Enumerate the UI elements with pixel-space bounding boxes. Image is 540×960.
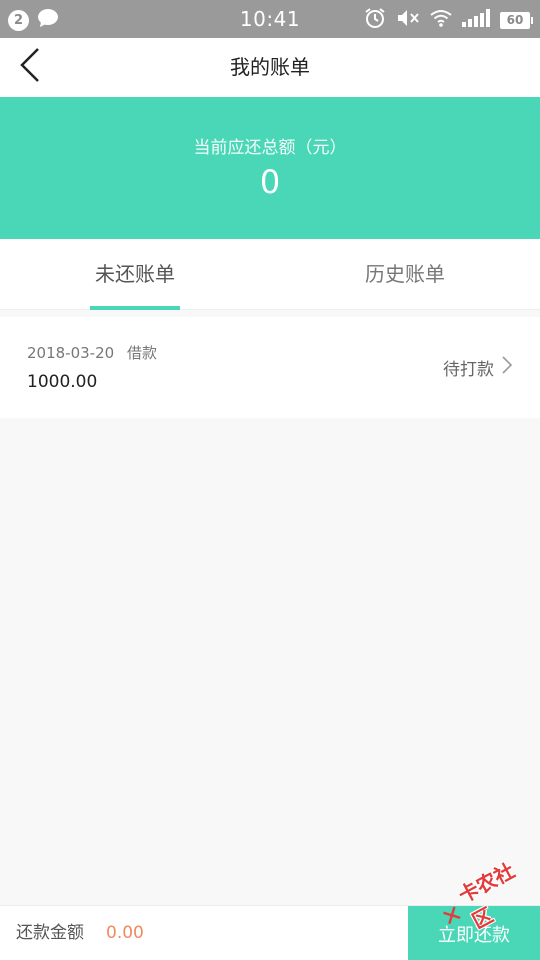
tab-bar: 未还账单 历史账单 — [0, 239, 540, 310]
active-tab-indicator — [90, 306, 180, 310]
bill-amount: 1000.00 — [27, 372, 98, 392]
tab-history-bills[interactable]: 历史账单 — [270, 239, 540, 310]
battery-icon: 60 — [500, 11, 533, 29]
mute-icon — [396, 8, 420, 32]
status-bar: 2 10:41 60 — [0, 0, 540, 38]
repay-now-button[interactable]: 立即还款 — [408, 906, 540, 960]
signal-icon — [462, 9, 490, 31]
bottom-bar: 还款金额 0.00 立即还款 — [0, 905, 540, 960]
summary-panel: 当前应还总额（元） 0 — [0, 97, 540, 239]
bill-type: 借款 — [126, 344, 157, 362]
status-bar-right: 60 — [364, 7, 533, 33]
bill-status: 待打款 — [443, 355, 513, 380]
bill-date: 2018-03-20 — [27, 344, 115, 362]
tab-unpaid-bills[interactable]: 未还账单 — [0, 239, 270, 310]
header: 我的账单 — [0, 38, 540, 97]
summary-value: 0 — [259, 163, 281, 201]
chevron-left-icon — [18, 47, 42, 87]
repay-amount-label: 还款金额 — [16, 923, 84, 943]
chevron-right-icon — [502, 356, 513, 379]
alarm-icon — [364, 7, 386, 33]
bill-status-label: 待打款 — [443, 360, 494, 380]
screen: 2 10:41 60 我的账单 当前应还总额（元） 0 未还账单 历史账单 20… — [0, 0, 540, 960]
page-title: 我的账单 — [230, 55, 310, 79]
repay-amount-value: 0.00 — [106, 923, 144, 943]
wifi-icon — [430, 9, 452, 31]
summary-label: 当前应还总额（元） — [193, 138, 347, 158]
bill-meta: 2018-03-20 借款 — [27, 342, 165, 363]
bill-list-item[interactable]: 2018-03-20 借款 1000.00 待打款 — [0, 317, 540, 418]
back-button[interactable] — [10, 42, 50, 92]
